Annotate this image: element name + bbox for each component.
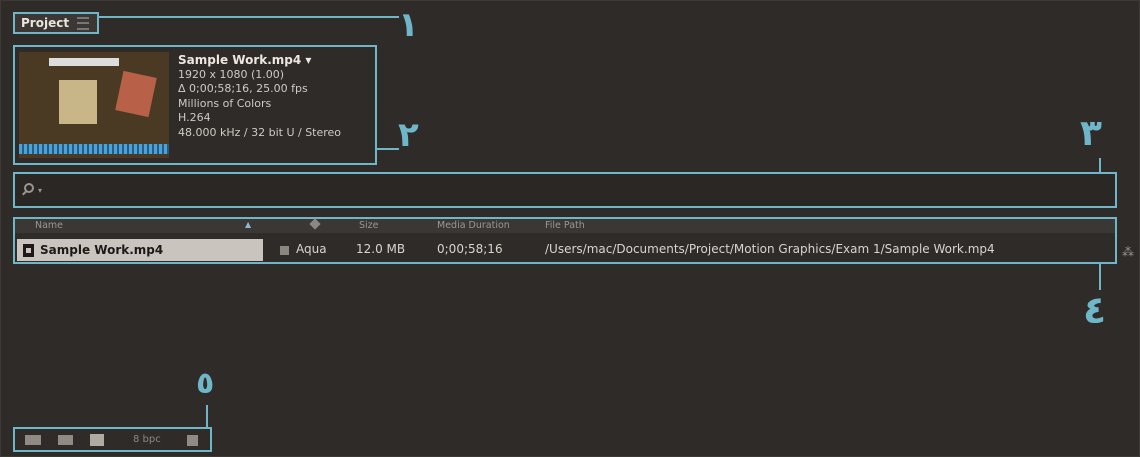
column-size[interactable]: Size	[359, 220, 379, 231]
callout-5: ٥	[196, 366, 215, 401]
callout-line-3	[1099, 158, 1101, 173]
project-bit-depth[interactable]: 8 bpc	[133, 434, 161, 445]
column-media-duration[interactable]: Media Duration	[437, 220, 510, 231]
row-name-cell[interactable]: Sample Work.mp4	[17, 239, 263, 261]
tag-icon[interactable]	[309, 218, 321, 230]
footage-colors: Millions of Colors	[178, 96, 272, 110]
interpret-footage-icon[interactable]	[25, 435, 41, 445]
project-list: Name ▲ Size Media Duration File Path Sam…	[13, 217, 1117, 264]
callout-3: ٣	[1080, 113, 1102, 154]
callout-line-2	[377, 148, 399, 150]
menu-icon[interactable]	[77, 16, 90, 30]
project-tab[interactable]: Project	[13, 12, 99, 34]
footage-resolution: 1920 x 1080 (1.00)	[178, 67, 285, 81]
callout-line-1	[99, 16, 399, 18]
callout-4: ٤	[1083, 288, 1107, 332]
callout-1: ١	[398, 5, 419, 45]
footage-name[interactable]: Sample Work.mp4 ▾	[178, 53, 341, 68]
row-duration: 0;00;58;16	[437, 242, 503, 256]
footage-info: Sample Work.mp4 ▾ 1920 x 1080 (1.00) Δ 0…	[13, 45, 377, 165]
trash-icon[interactable]	[187, 435, 198, 446]
list-header: Name ▲ Size Media Duration File Path	[15, 218, 1115, 233]
column-file-path[interactable]: File Path	[545, 220, 585, 231]
footage-file-icon	[23, 243, 34, 257]
footage-thumbnail	[19, 52, 169, 158]
column-name[interactable]: Name	[35, 220, 63, 231]
search-icon[interactable]	[24, 183, 34, 193]
row-label: Aqua	[296, 242, 327, 256]
callout-line-4	[1099, 264, 1101, 290]
footage-duration: Δ 0;00;58;16, 25.00 fps	[178, 82, 308, 95]
new-composition-icon[interactable]	[90, 434, 104, 446]
callout-2: ٢	[398, 115, 419, 155]
bottom-toolbar: 8 bpc	[13, 427, 212, 452]
label-color-swatch[interactable]	[280, 246, 289, 255]
row-file-path: /Users/mac/Documents/Project/Motion Grap…	[545, 242, 995, 256]
audio-waveform	[19, 144, 169, 154]
flowchart-icon[interactable]: ⁂	[1122, 245, 1134, 259]
chevron-down-icon[interactable]: ▾	[38, 186, 42, 195]
project-tab-label: Project	[21, 16, 70, 30]
row-name: Sample Work.mp4	[40, 243, 164, 257]
search-bar[interactable]: ▾	[13, 172, 1117, 208]
row-size: 12.0 MB	[356, 242, 406, 256]
footage-audio: 48.000 kHz / 32 bit U / Stereo	[178, 125, 342, 139]
footage-codec: H.264	[178, 111, 211, 124]
sort-icon[interactable]: ▲	[245, 220, 255, 229]
table-row[interactable]: Sample Work.mp4 Aqua 12.0 MB 0;00;58;16 …	[15, 239, 1115, 261]
callout-line-5	[206, 405, 208, 427]
new-folder-icon[interactable]	[58, 435, 73, 445]
